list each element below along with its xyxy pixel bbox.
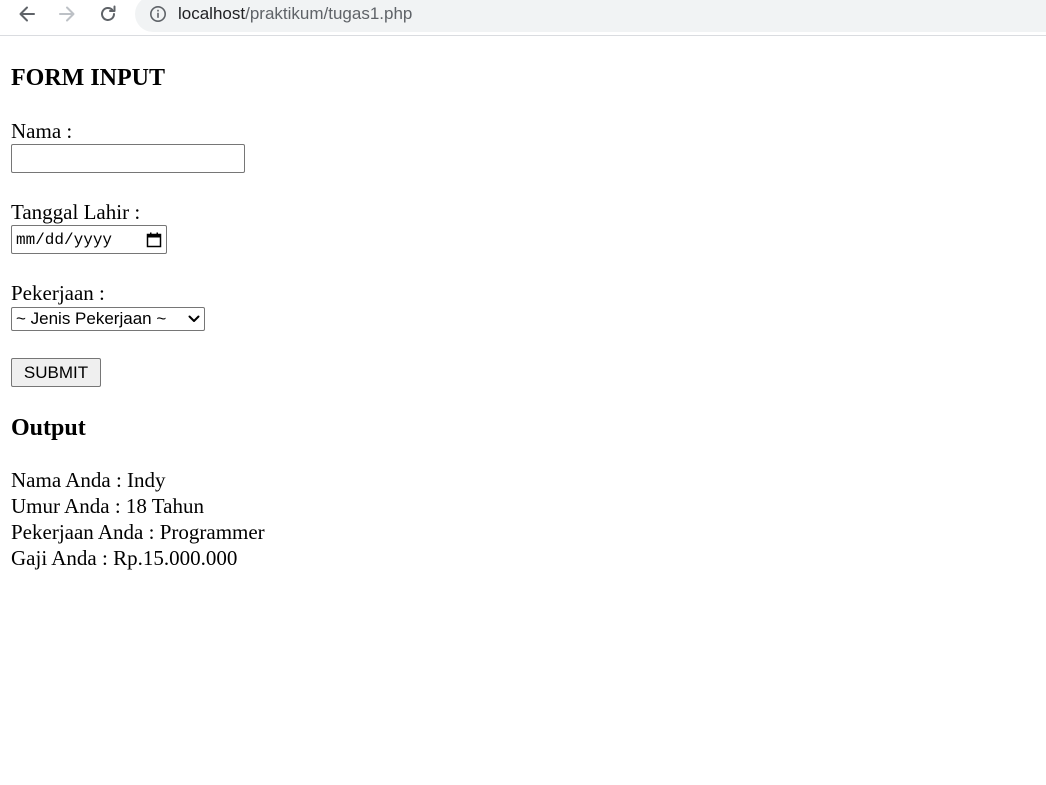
- browser-toolbar: localhost/praktikum/tugas1.php: [0, 0, 1046, 36]
- nama-label: Nama :: [11, 119, 73, 143]
- url-path: /praktikum/tugas1.php: [245, 4, 413, 23]
- forward-button[interactable]: [55, 2, 79, 26]
- output-gaji: Gaji Anda : Rp.15.000.000: [11, 546, 238, 570]
- calendar-icon[interactable]: [146, 232, 162, 248]
- output-section: Nama Anda : Indy Umur Anda : 18 Tahun Pe…: [11, 467, 265, 571]
- date-placeholder: mm/dd/yyyy: [16, 230, 113, 249]
- reload-icon: [101, 5, 116, 21]
- form-title: FORM INPUT: [11, 65, 165, 91]
- nama-input[interactable]: [11, 144, 245, 173]
- back-button[interactable]: [15, 2, 39, 26]
- output-nama: Nama Anda : Indy: [11, 468, 166, 492]
- address-bar[interactable]: localhost/praktikum/tugas1.php: [135, 0, 1046, 32]
- back-arrow-icon: [19, 6, 35, 22]
- reload-button[interactable]: [96, 2, 120, 26]
- submit-button[interactable]: SUBMIT: [11, 358, 101, 387]
- url-host: localhost: [178, 4, 246, 23]
- pekerjaan-selected-value: ~ Jenis Pekerjaan ~: [16, 309, 167, 328]
- tanggal-lahir-label: Tanggal Lahir :: [11, 200, 141, 224]
- output-pekerjaan: Pekerjaan Anda : Programmer: [11, 520, 265, 544]
- url-text[interactable]: localhost/praktikum/tugas1.php: [178, 4, 412, 24]
- pekerjaan-select[interactable]: ~ Jenis Pekerjaan ~: [11, 307, 205, 331]
- output-umur: Umur Anda : 18 Tahun: [11, 494, 204, 518]
- output-title: Output: [11, 415, 86, 441]
- info-icon[interactable]: [149, 5, 167, 23]
- pekerjaan-label: Pekerjaan :: [11, 281, 105, 305]
- forward-arrow-icon: [59, 6, 75, 22]
- chevron-down-icon: [188, 315, 200, 322]
- tanggal-lahir-input[interactable]: mm/dd/yyyy: [11, 225, 167, 254]
